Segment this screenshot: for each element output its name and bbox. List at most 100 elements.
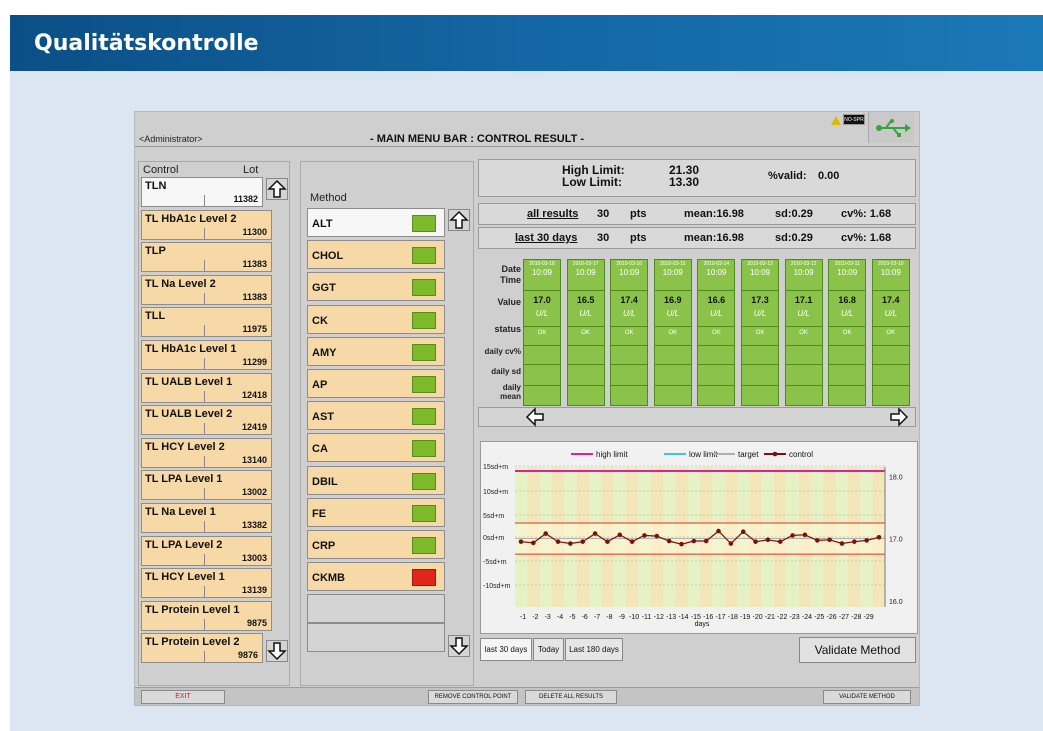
control-item[interactable]: TL HbA1c Level 2 11300 bbox=[141, 209, 272, 240]
method-scroll-up[interactable] bbox=[448, 209, 470, 231]
control-point[interactable] bbox=[728, 541, 734, 546]
validate-method-button[interactable]: Validate Method bbox=[799, 637, 916, 663]
control-point[interactable] bbox=[629, 539, 635, 544]
legend-label: control bbox=[789, 450, 813, 459]
grid-next-button[interactable] bbox=[889, 407, 913, 427]
control-point[interactable] bbox=[827, 537, 832, 543]
method-item[interactable]: AST bbox=[307, 401, 445, 431]
control-point[interactable] bbox=[642, 533, 647, 538]
method-item[interactable]: ALT bbox=[307, 208, 445, 237]
method-item[interactable]: AMY bbox=[307, 336, 445, 366]
stats-last-30-days: last 30 days 30 pts mean:16.98 sd:0.29 c… bbox=[478, 227, 916, 249]
control-point[interactable] bbox=[814, 538, 820, 543]
control-point[interactable] bbox=[802, 532, 808, 538]
control-item[interactable]: TL HCY Level 2 13140 bbox=[141, 437, 272, 468]
control-item[interactable]: TL Protein Level 2 9876 bbox=[141, 633, 263, 664]
control-point[interactable] bbox=[753, 539, 758, 544]
tab-today[interactable]: Today bbox=[533, 638, 564, 661]
control-point[interactable] bbox=[876, 535, 882, 540]
tab-last-30-days[interactable]: last 30 days bbox=[480, 638, 532, 661]
x-axis-tick-label: -5 bbox=[569, 614, 575, 621]
control-point[interactable] bbox=[518, 539, 524, 544]
control-point[interactable] bbox=[765, 537, 771, 543]
result-column[interactable]: 2010-03-18 10:09 17.0 U/L OK bbox=[523, 259, 561, 406]
control-item[interactable]: TL Na Level 2 11383 bbox=[141, 274, 272, 305]
control-point[interactable] bbox=[605, 539, 610, 544]
control-point[interactable] bbox=[580, 539, 586, 544]
control-item[interactable]: TL LPA Level 2 13003 bbox=[141, 535, 272, 566]
control-point[interactable] bbox=[691, 538, 697, 544]
grid-line bbox=[654, 290, 691, 291]
control-point[interactable] bbox=[679, 541, 684, 547]
control-point[interactable] bbox=[864, 538, 869, 543]
result-column[interactable]: 2010-03-12 10:09 17.1 U/L OK bbox=[784, 259, 823, 406]
validate-method-bottom-button[interactable]: VALIDATE METHOD bbox=[823, 690, 911, 704]
stats-unit: pts bbox=[630, 232, 647, 244]
control-point[interactable] bbox=[740, 529, 746, 535]
result-column[interactable]: 2010-03-11 10:09 16.8 U/L OK bbox=[828, 259, 867, 406]
result-column[interactable]: 2010-03-14 10:09 16.6 U/L OK bbox=[697, 259, 736, 406]
result-column[interactable]: 2010-03-17 10:09 16.5 U/L OK bbox=[566, 259, 605, 406]
x-axis-tick-label: -24 bbox=[802, 614, 812, 621]
control-scroll-down[interactable] bbox=[266, 640, 288, 662]
control-item[interactable]: TLP 11383 bbox=[141, 242, 272, 273]
control-name: TL Protein Level 2 bbox=[145, 636, 240, 649]
grid-prev-button[interactable] bbox=[525, 407, 549, 427]
result-column[interactable]: 2010-03-13 10:09 17.3 U/L OK bbox=[741, 259, 779, 406]
control-point[interactable] bbox=[852, 539, 857, 544]
method-item[interactable]: FE bbox=[307, 497, 445, 527]
result-time: 10:09 bbox=[619, 268, 640, 277]
result-column[interactable]: 2010-03-16 10:09 17.4 U/L OK bbox=[610, 259, 649, 406]
method-item[interactable]: CA bbox=[307, 433, 445, 463]
tab-last-180-days[interactable]: Last 180 days bbox=[565, 638, 623, 661]
control-point[interactable] bbox=[777, 539, 783, 544]
control-item[interactable]: TL Protein Level 1 9875 bbox=[141, 600, 272, 631]
x-axis-tick-label: -27 bbox=[839, 614, 849, 621]
control-point[interactable] bbox=[839, 541, 845, 546]
control-point[interactable] bbox=[716, 528, 721, 534]
control-item[interactable]: TL Na Level 1 13382 bbox=[141, 503, 272, 533]
method-item[interactable]: CHOL bbox=[307, 240, 445, 270]
method-item[interactable]: CKMB bbox=[307, 562, 445, 592]
method-empty-slot bbox=[307, 623, 445, 652]
stats-cv: cv%: 1.68 bbox=[841, 232, 892, 244]
control-item[interactable]: TL UALB Level 1 12418 bbox=[141, 372, 272, 403]
method-item[interactable]: CRP bbox=[307, 530, 445, 559]
result-time: 10:09 bbox=[662, 268, 683, 277]
delete-all-results-button[interactable]: DELETE ALL RESULTS bbox=[525, 690, 617, 704]
control-point[interactable] bbox=[654, 533, 660, 539]
usb-icon[interactable] bbox=[868, 112, 914, 143]
control-point[interactable] bbox=[703, 538, 709, 544]
control-item[interactable]: TL UALB Level 2 12419 bbox=[141, 405, 272, 436]
result-column[interactable]: 2010-03-15 10:09 16.9 U/L OK bbox=[653, 259, 692, 406]
control-item[interactable]: TL LPA Level 1 13002 bbox=[141, 470, 272, 501]
result-unit: U/L bbox=[797, 309, 810, 318]
remove-control-point-button[interactable]: REMOVE CONTROL POINT bbox=[428, 690, 518, 704]
control-point[interactable] bbox=[543, 531, 548, 536]
control-point[interactable] bbox=[666, 538, 672, 544]
x-axis-tick-label: -6 bbox=[582, 614, 588, 621]
method-item[interactable]: CK bbox=[307, 304, 445, 334]
control-point[interactable] bbox=[531, 540, 536, 546]
control-item[interactable]: TLL 11975 bbox=[141, 307, 272, 338]
method-item[interactable]: AP bbox=[307, 369, 445, 398]
control-item[interactable]: TL HbA1c Level 1 11299 bbox=[141, 340, 272, 370]
result-column[interactable]: 2010-03-10 10:09 17.4 U/L OK bbox=[871, 259, 910, 406]
control-point[interactable] bbox=[592, 531, 598, 536]
arrow-up-icon bbox=[267, 179, 287, 198]
valid-value: 0.00 bbox=[818, 170, 840, 182]
control-lot: 9876 bbox=[237, 650, 258, 661]
result-value: 17.0 bbox=[533, 295, 551, 305]
method-scroll-down[interactable] bbox=[448, 635, 470, 657]
method-item[interactable]: GGT bbox=[307, 272, 445, 302]
grid-line bbox=[742, 385, 778, 386]
control-point[interactable] bbox=[555, 539, 561, 544]
control-point[interactable] bbox=[617, 532, 623, 538]
control-scroll-up[interactable] bbox=[266, 178, 288, 200]
method-item[interactable]: DBIL bbox=[307, 465, 445, 495]
control-item[interactable]: TLN 11382 bbox=[141, 177, 263, 207]
control-point[interactable] bbox=[790, 533, 795, 538]
control-item[interactable]: TL HCY Level 1 13139 bbox=[141, 568, 272, 599]
control-point[interactable] bbox=[568, 541, 573, 546]
exit-button[interactable]: EXIT bbox=[141, 690, 225, 704]
